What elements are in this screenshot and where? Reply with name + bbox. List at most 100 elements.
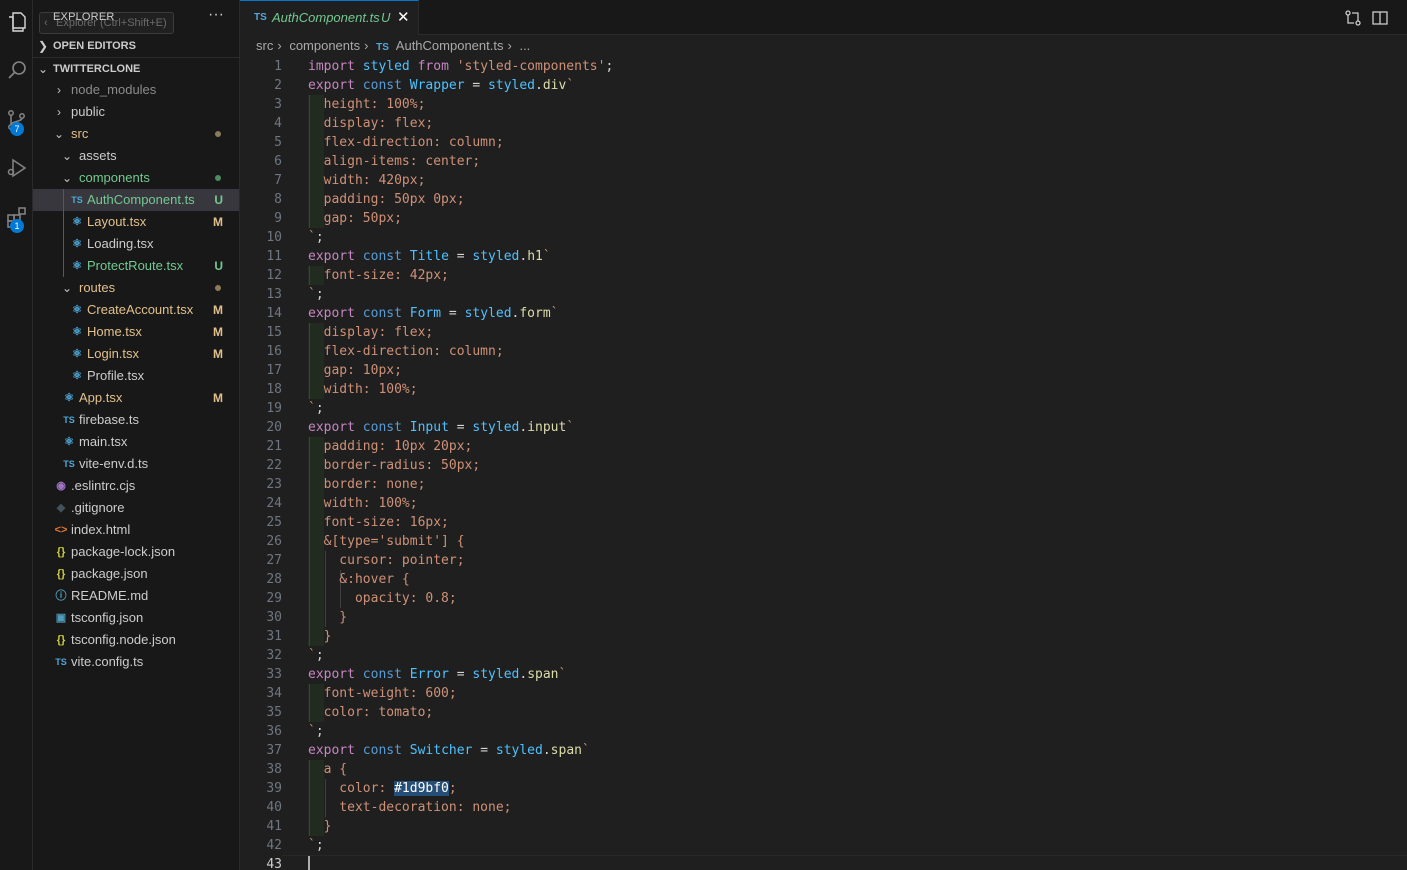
tree-file[interactable]: {} package.json bbox=[33, 563, 239, 585]
code-line[interactable]: `; bbox=[308, 399, 324, 418]
code-line[interactable]: a { bbox=[308, 760, 348, 779]
tree-item-label: public bbox=[71, 104, 105, 119]
code-line[interactable]: color: #1d9bf0; bbox=[308, 779, 457, 798]
tree-item-label: README.md bbox=[71, 588, 149, 603]
code-line[interactable]: width: 420px; bbox=[308, 171, 426, 190]
code-line[interactable]: font-size: 42px; bbox=[308, 266, 449, 285]
code-line[interactable]: `; bbox=[308, 722, 324, 741]
line-number: 41 bbox=[266, 819, 282, 834]
tree-folder[interactable]: ⌄ assets bbox=[33, 145, 239, 167]
tree-item-label: Loading.tsx bbox=[87, 236, 154, 251]
tree-file[interactable]: ⓘ README.md bbox=[33, 585, 239, 607]
tree-folder[interactable]: ⌄ src bbox=[33, 123, 239, 145]
code-line[interactable]: `; bbox=[308, 285, 324, 304]
tree-file[interactable]: ▣ tsconfig.json bbox=[33, 607, 239, 629]
code-line[interactable]: align-items: center; bbox=[308, 152, 481, 171]
tree-file[interactable]: TS firebase.ts bbox=[33, 409, 239, 431]
code-line[interactable]: export const Wrapper = styled.div` bbox=[308, 76, 574, 95]
tree-file[interactable]: {} tsconfig.node.json bbox=[33, 629, 239, 651]
tree-file[interactable]: ⚛ Profile.tsx bbox=[33, 365, 239, 387]
tree-folder[interactable]: ⌄ components bbox=[33, 167, 239, 189]
current-line-highlight bbox=[282, 855, 1407, 870]
code-token: color: tomato; bbox=[308, 705, 434, 720]
code-line[interactable]: text-decoration: none; bbox=[308, 798, 511, 817]
tree-item-label: ProtectRoute.tsx bbox=[87, 258, 184, 273]
breadcrumb-components[interactable]: components bbox=[289, 38, 360, 53]
tree-file[interactable]: ⚛ App.tsx M bbox=[33, 387, 239, 409]
tree-folder[interactable]: ⌄ routes bbox=[33, 277, 239, 299]
modified-dot bbox=[215, 175, 221, 181]
code-line[interactable]: display: flex; bbox=[308, 114, 434, 133]
tree-item-label: package.json bbox=[71, 566, 148, 581]
indent-guide bbox=[63, 189, 64, 277]
tree-folder[interactable]: › public bbox=[33, 101, 239, 123]
project-section[interactable]: ⌄ TWITTERCLONE bbox=[33, 58, 240, 80]
tree-item-label: index.html bbox=[71, 522, 131, 537]
code-line[interactable]: export const Form = styled.form` bbox=[308, 304, 559, 323]
code-line[interactable]: `; bbox=[308, 228, 324, 247]
line-number: 32 bbox=[266, 648, 282, 663]
tree-file[interactable]: ◆ .gitignore bbox=[33, 497, 239, 519]
code-line[interactable]: &[type='submit'] { bbox=[308, 532, 465, 551]
code-line[interactable]: opacity: 0.8; bbox=[308, 589, 457, 608]
tree-file[interactable]: <> index.html bbox=[33, 519, 239, 541]
code-line[interactable]: font-size: 16px; bbox=[308, 513, 449, 532]
run-debug-icon[interactable] bbox=[0, 148, 33, 188]
code-line[interactable]: flex-direction: column; bbox=[308, 133, 504, 152]
split-editor-icon[interactable] bbox=[1371, 9, 1389, 27]
code-line[interactable]: } bbox=[308, 608, 347, 627]
code-token: width: 100%; bbox=[308, 496, 418, 511]
tree-file[interactable]: TS vite-env.d.ts bbox=[33, 453, 239, 475]
code-line[interactable]: `; bbox=[308, 836, 324, 855]
code-line[interactable]: export const Title = styled.h1` bbox=[308, 247, 551, 266]
code-editor[interactable]: 1 import styled from 'styled-components';… bbox=[240, 57, 1407, 870]
code-line[interactable]: gap: 10px; bbox=[308, 361, 402, 380]
search-icon[interactable] bbox=[0, 50, 33, 90]
more-actions-icon[interactable]: ··· bbox=[208, 6, 224, 24]
code-token: export bbox=[308, 78, 355, 93]
close-icon[interactable]: ✕ bbox=[397, 8, 410, 26]
code-line[interactable]: padding: 50px 0px; bbox=[308, 190, 465, 209]
tree-file[interactable]: ⚛ Login.tsx M bbox=[33, 343, 239, 365]
tree-file[interactable]: ⚛ Home.tsx M bbox=[33, 321, 239, 343]
code-token: display: flex; bbox=[308, 325, 434, 340]
code-line[interactable]: color: tomato; bbox=[308, 703, 434, 722]
breadcrumb-symbol[interactable]: ... bbox=[519, 38, 530, 53]
code-line[interactable]: width: 100%; bbox=[308, 380, 418, 399]
code-line[interactable]: export const Input = styled.input` bbox=[308, 418, 574, 437]
extensions-badge: 1 bbox=[10, 219, 24, 233]
code-token: . bbox=[542, 743, 551, 758]
breadcrumb-src[interactable]: src bbox=[256, 38, 273, 53]
code-line[interactable]: `; bbox=[308, 646, 324, 665]
extensions-icon[interactable]: 1 bbox=[0, 197, 33, 237]
code-line[interactable]: import styled from 'styled-components'; bbox=[308, 57, 613, 76]
code-line[interactable]: font-weight: 600; bbox=[308, 684, 457, 703]
explorer-icon[interactable] bbox=[0, 2, 33, 42]
code-line[interactable]: border: none; bbox=[308, 475, 426, 494]
compare-changes-icon[interactable] bbox=[1344, 9, 1362, 27]
tree-file[interactable]: ◉ .eslintrc.cjs bbox=[33, 475, 239, 497]
breadcrumb-file[interactable]: AuthComponent.ts bbox=[396, 38, 504, 53]
code-line[interactable]: export const Error = styled.span` bbox=[308, 665, 566, 684]
code-line[interactable]: width: 100%; bbox=[308, 494, 418, 513]
tree-file[interactable]: ⚛ main.tsx bbox=[33, 431, 239, 453]
tree-folder[interactable]: › node_modules bbox=[33, 79, 239, 101]
code-line[interactable]: } bbox=[308, 627, 332, 646]
code-line[interactable]: export const Switcher = styled.span` bbox=[308, 741, 590, 760]
code-line[interactable]: &:hover { bbox=[308, 570, 409, 589]
code-line[interactable]: flex-direction: column; bbox=[308, 342, 504, 361]
code-line[interactable]: border-radius: 50px; bbox=[308, 456, 481, 475]
source-control-icon[interactable]: 7 bbox=[0, 100, 33, 140]
code-token: ` bbox=[308, 230, 316, 245]
open-editors-section[interactable]: ❯ OPEN EDITORS bbox=[33, 35, 240, 57]
code-line[interactable]: cursor: pointer; bbox=[308, 551, 464, 570]
code-line[interactable]: } bbox=[308, 817, 332, 836]
tree-file[interactable]: {} package-lock.json bbox=[33, 541, 239, 563]
code-line[interactable]: padding: 10px 20px; bbox=[308, 437, 473, 456]
tab-auth-component[interactable]: TS AuthComponent.ts U ✕ bbox=[240, 0, 419, 35]
tree-file[interactable]: ⚛ CreateAccount.tsx M bbox=[33, 299, 239, 321]
tree-file[interactable]: TS vite.config.ts bbox=[33, 651, 239, 673]
code-line[interactable]: gap: 50px; bbox=[308, 209, 402, 228]
code-line[interactable]: display: flex; bbox=[308, 323, 434, 342]
code-line[interactable]: height: 100%; bbox=[308, 95, 426, 114]
